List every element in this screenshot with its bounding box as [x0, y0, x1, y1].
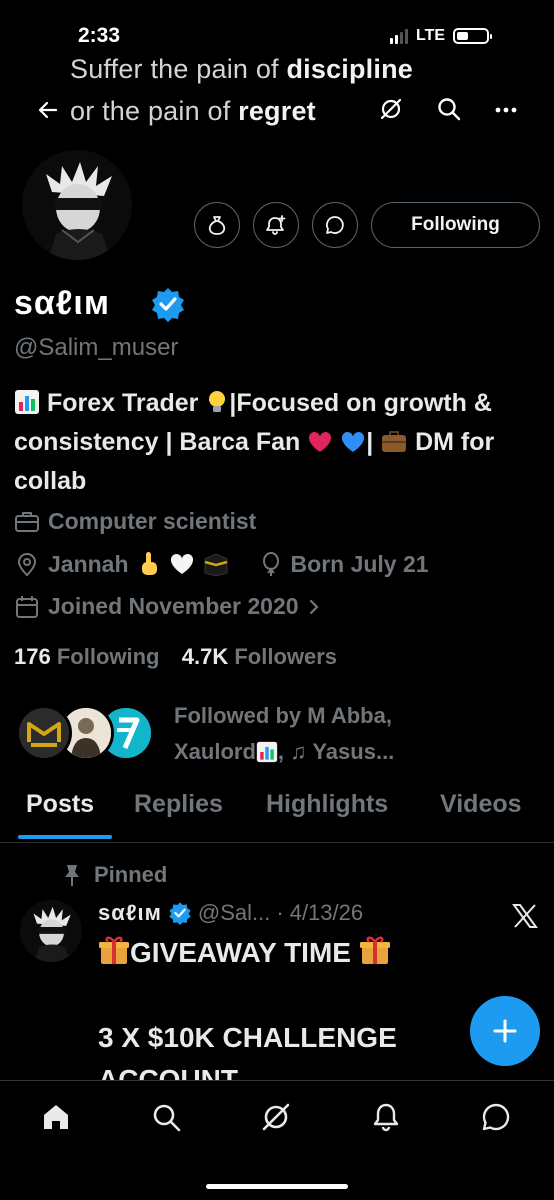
bio: Forex Trader |Focused on growth & consis… [14, 384, 534, 501]
nav-notifications-icon[interactable] [370, 1101, 402, 1133]
briefcase-emoji-icon [380, 428, 408, 454]
profession-row: Computer scientist [14, 508, 256, 535]
bell-plus-icon [266, 215, 286, 235]
post-text-clipped: ACCOUNT [98, 1064, 238, 1080]
banner-line-1: Suffer the pain of discipline [70, 54, 413, 85]
post-author-name[interactable]: sαℓιм [98, 900, 162, 926]
followed-by-name: Xaulord [174, 739, 256, 764]
gift-emoji-icon [359, 934, 391, 966]
chat-bubble-icon [326, 216, 344, 234]
display-name: sαℓιм [14, 284, 111, 322]
joined-row[interactable]: Joined November 2020 [14, 593, 321, 620]
followers-count: 4.7K [181, 644, 229, 669]
post-text: GIVEAWAY TIME [130, 937, 351, 968]
tab-highlights[interactable]: Highlights [266, 790, 388, 819]
banner-text: or the pain of [70, 96, 239, 126]
followed-by-line-2: Xaulord , ♫ Yasus... [174, 734, 494, 770]
post-line-2: 3 X $10K CHALLENGE [98, 1022, 397, 1053]
bio-text: | [366, 428, 374, 456]
network-label: LTE [416, 27, 446, 44]
banner-bold-text: regret [238, 96, 316, 126]
post-verified-badge-icon [168, 901, 192, 925]
follower-avatar-1[interactable] [16, 705, 72, 761]
post-author-handle: @Sal... [197, 900, 271, 925]
nav-home-icon[interactable] [40, 1101, 72, 1133]
chart-emoji-icon [14, 389, 40, 415]
battery-icon [453, 28, 493, 44]
bottom-navigation [0, 1080, 554, 1200]
message-button[interactable] [312, 202, 358, 248]
briefcase-icon [15, 511, 39, 532]
red-heart-emoji-icon [307, 430, 333, 454]
tab-posts[interactable]: Posts [26, 790, 94, 819]
more-icon[interactable] [494, 106, 518, 114]
compose-button[interactable] [470, 996, 540, 1066]
followed-by-line-1: Followed by M Abba, [174, 703, 392, 728]
white-heart-emoji-icon [169, 552, 195, 576]
following-button[interactable]: Following [371, 202, 540, 248]
balloon-icon [262, 552, 279, 576]
location-text: Jannah [48, 550, 129, 577]
pin-icon [65, 865, 79, 886]
chevron-right-icon [309, 599, 319, 614]
lightbulb-emoji-icon [205, 389, 229, 415]
gift-emoji-icon [98, 934, 130, 966]
banner-text: Suffer the pain of [70, 54, 287, 84]
followed-by-rest: , ♫ Yasus... [277, 739, 395, 764]
banner-line-2: or the pain of regret [70, 96, 316, 127]
grok-icon[interactable] [378, 96, 404, 122]
plus-icon [493, 1019, 517, 1043]
nav-search-icon[interactable] [150, 1101, 182, 1133]
active-tab-indicator [18, 835, 112, 839]
post-separator: · [276, 900, 284, 925]
followers-label: Followers [234, 644, 338, 669]
back-arrow-icon[interactable] [36, 98, 60, 122]
location-row: Jannah Born July 21 [14, 550, 429, 578]
followers-link[interactable]: 4.7K Followers [182, 644, 337, 669]
joined-text: Joined November 2020 [48, 593, 299, 619]
tab-videos[interactable]: Videos [440, 790, 522, 819]
following-label: Following [56, 644, 160, 669]
bio-text: Forex Trader [46, 389, 199, 417]
home-indicator [206, 1184, 348, 1189]
profession-text: Computer scientist [48, 508, 257, 534]
birthday-text: Born July 21 [290, 550, 429, 577]
profile-avatar[interactable] [18, 146, 136, 264]
pinned-text: Pinned [94, 862, 168, 887]
banner-bold-text: discipline [286, 54, 413, 84]
signal-icon [390, 28, 408, 44]
location-pin-icon [17, 553, 37, 577]
x-logo-icon[interactable] [512, 904, 538, 928]
nav-grok-icon[interactable] [260, 1101, 292, 1133]
verified-badge-icon[interactable] [150, 286, 186, 322]
notify-button[interactable] [253, 202, 299, 248]
post-line-1: GIVEAWAY TIME [98, 934, 391, 969]
post-header: sαℓιм @Sal... · 4/13/26 [98, 900, 363, 926]
status-indicators: LTE [390, 27, 493, 45]
tabs-divider [0, 842, 554, 843]
pointing-up-emoji-icon [137, 550, 161, 578]
tab-replies[interactable]: Replies [134, 790, 223, 819]
post-line-3: ACCOUNT [98, 1064, 238, 1080]
kaaba-emoji-icon [203, 551, 229, 577]
following-link[interactable]: 176 Following [14, 644, 160, 669]
follow-counts: 176 Following 4.7K Followers [14, 644, 337, 670]
followed-by-text[interactable]: Followed by M Abba, Xaulord , ♫ Yasus... [174, 698, 494, 770]
post-author-avatar[interactable] [20, 900, 82, 962]
search-icon[interactable] [436, 96, 462, 122]
money-bag-icon [208, 216, 226, 235]
calendar-icon [16, 595, 38, 618]
handle: @Salim_muser [14, 334, 179, 361]
status-time: 2:33 [78, 24, 121, 47]
following-count: 176 [14, 644, 51, 669]
pinned-label: Pinned [62, 862, 167, 888]
blue-heart-emoji-icon [340, 430, 366, 454]
post-date: 4/13/26 [289, 900, 364, 925]
chart-emoji-icon [256, 741, 278, 763]
tip-button[interactable] [194, 202, 240, 248]
nav-messages-icon[interactable] [480, 1101, 512, 1133]
